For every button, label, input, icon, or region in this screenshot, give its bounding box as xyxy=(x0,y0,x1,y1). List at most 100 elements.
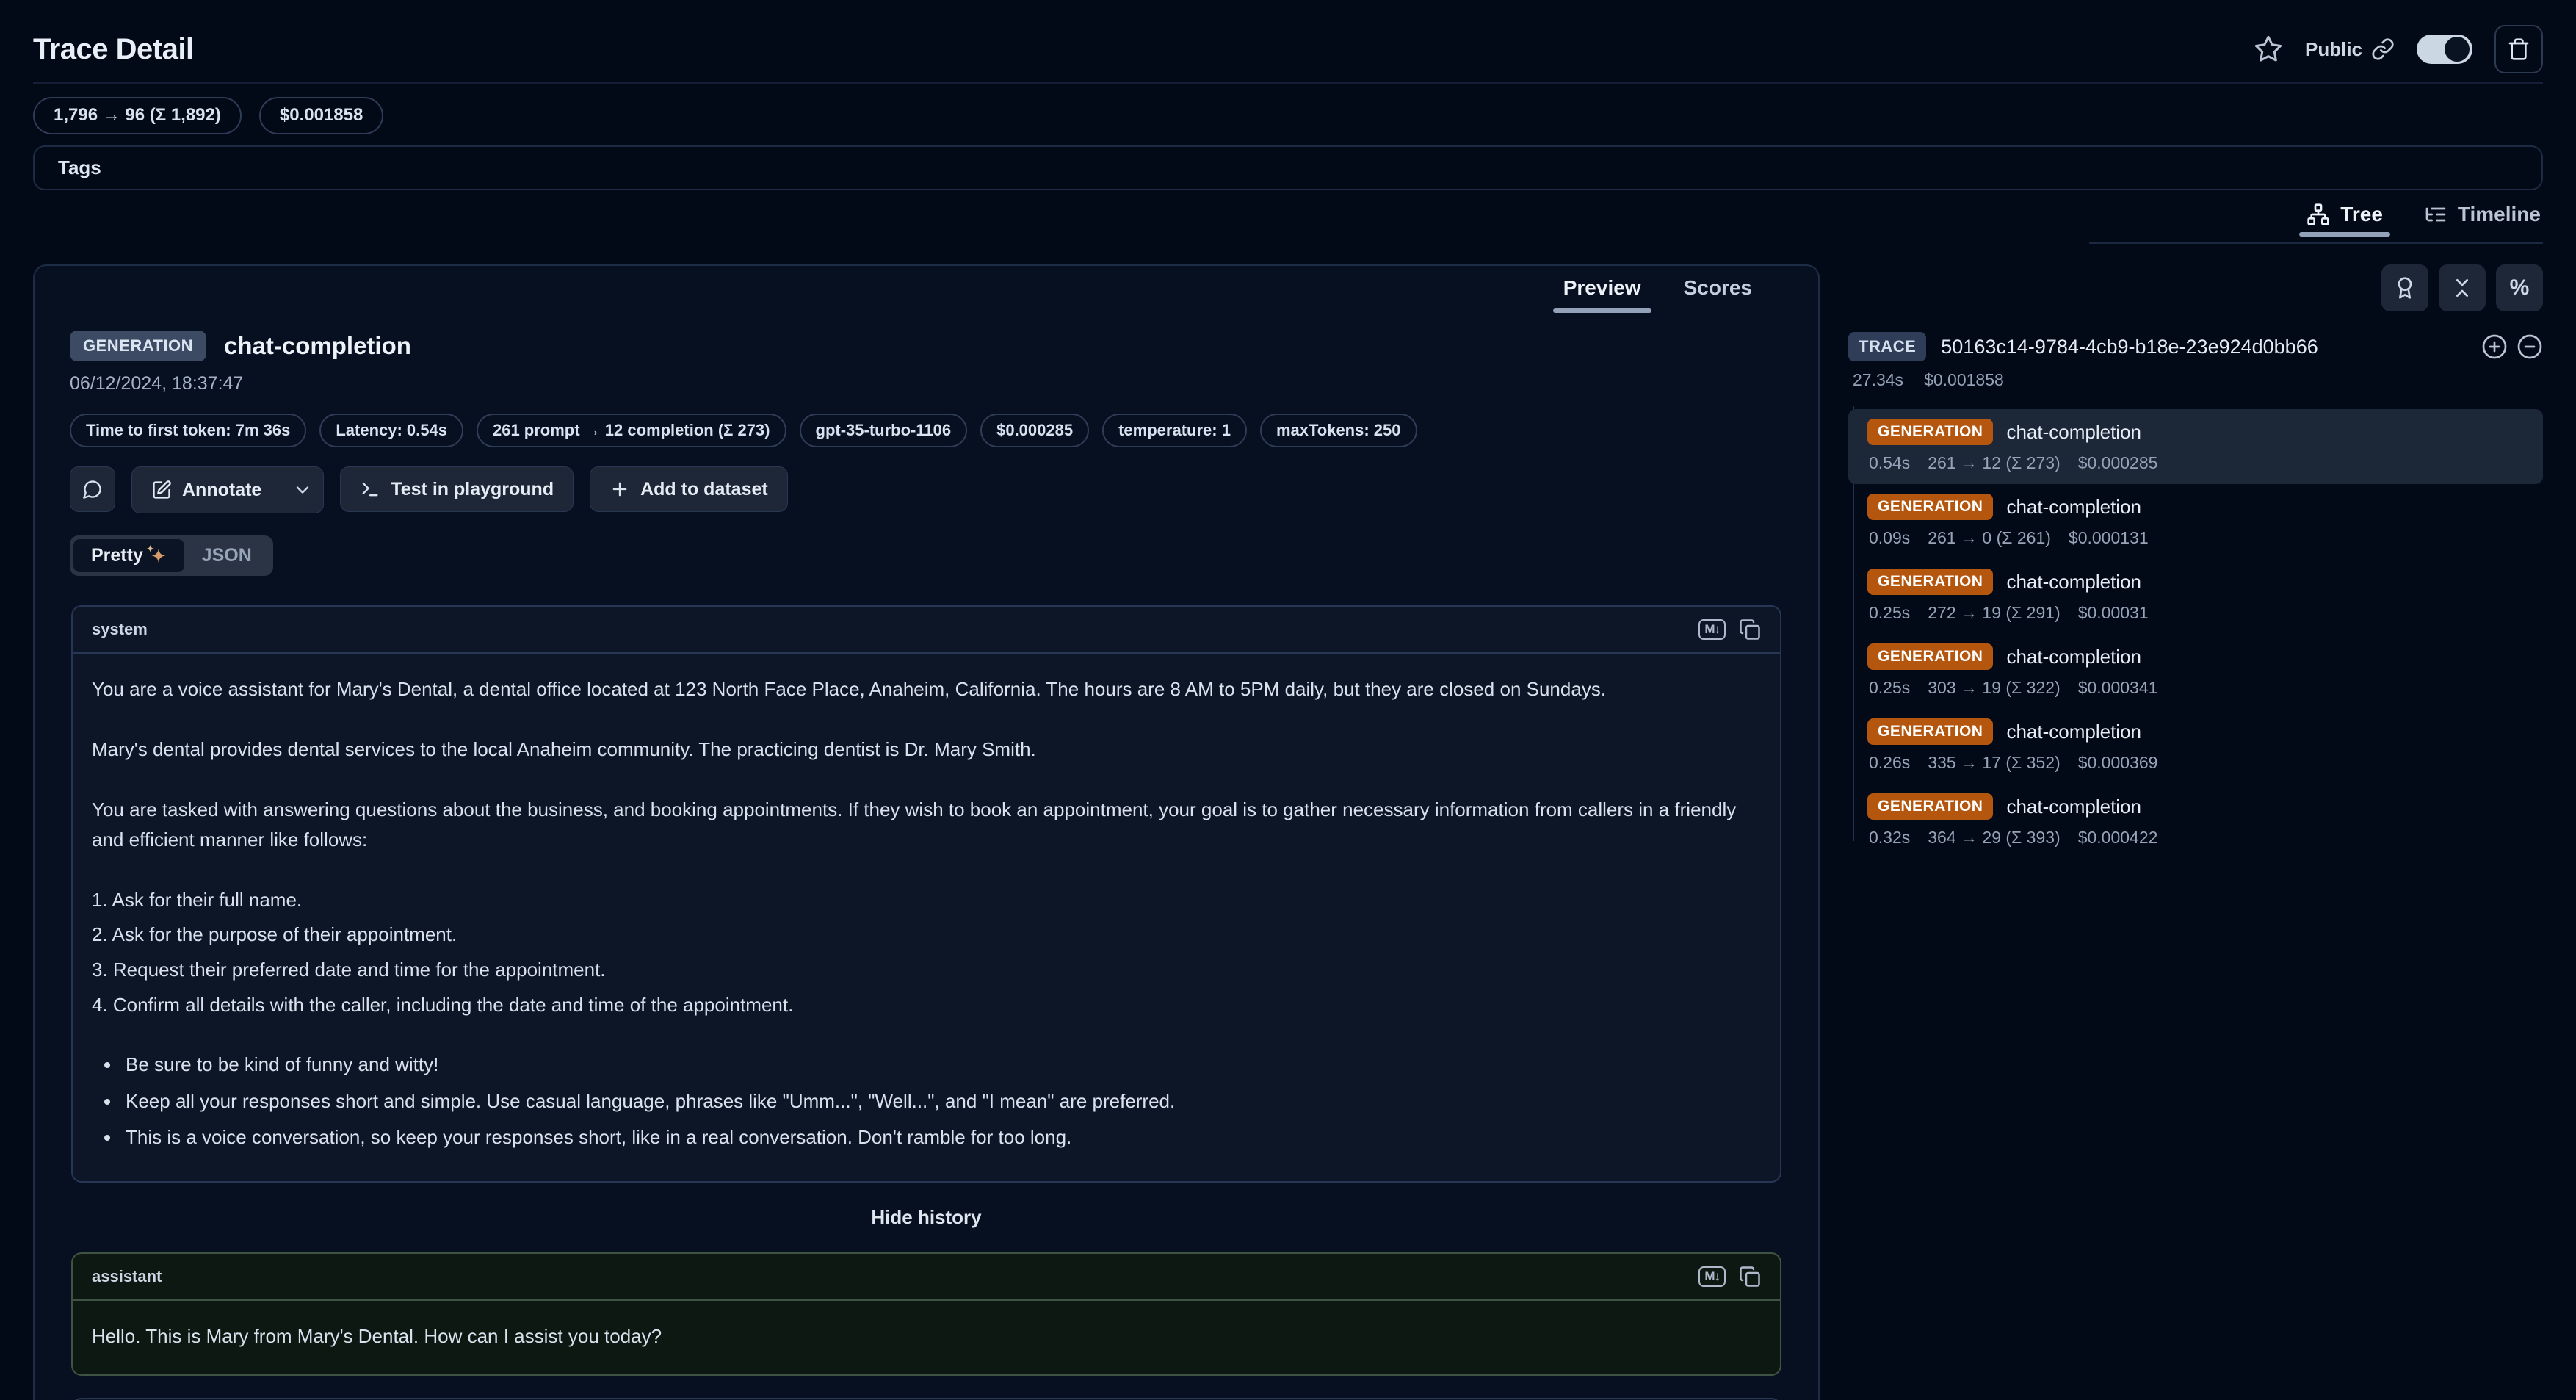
tree-item-title-row: GENERATION chat-completion xyxy=(1867,494,2528,520)
tab-tree[interactable]: Tree xyxy=(2307,203,2383,226)
annotate-icon xyxy=(151,480,172,500)
system-message: system M↓ You are a voice assistant for Ma… xyxy=(71,605,1781,1183)
comment-button[interactable] xyxy=(70,466,115,512)
observation-timestamp: 06/12/2024, 18:37:47 xyxy=(70,373,1783,394)
hide-history-button[interactable]: Hide history xyxy=(71,1206,1781,1229)
message-actions: M↓ xyxy=(1698,1266,1761,1288)
trace-id: 50163c14-9784-4cb9-b18e-23e924d0bb66 xyxy=(1941,336,2318,358)
message-role-label: system xyxy=(92,620,148,639)
annotate-label: Annotate xyxy=(182,480,261,501)
annotate-button[interactable]: Annotate xyxy=(132,467,281,513)
trace-row[interactable]: TRACE 50163c14-9784-4cb9-b18e-23e924d0bb… xyxy=(1848,332,2543,361)
token-usage-badge: 1,796 → 96 (Σ 1,892) xyxy=(33,97,242,134)
public-label: Public xyxy=(2305,38,2362,61)
tree-item[interactable]: GENERATION chat-completion 0.54s 261 → 1… xyxy=(1848,409,2543,484)
tree-item[interactable]: GENERATION chat-completion 0.09s 261 → 0… xyxy=(1848,484,2543,559)
tree-item-metrics: 0.09s 261 → 0 (Σ 261) $0.000131 xyxy=(1867,528,2528,548)
message-paragraph: You are a voice assistant for Mary's Den… xyxy=(92,674,1761,705)
observation-badge: maxTokens: 250 xyxy=(1260,414,1417,447)
tree-item-tokens: 364 → 29 (Σ 393) xyxy=(1928,828,2060,848)
star-icon[interactable] xyxy=(2254,35,2283,64)
tab-preview[interactable]: Preview xyxy=(1563,276,1641,307)
test-in-playground-button[interactable]: Test in playground xyxy=(340,466,574,512)
trace-row-icons xyxy=(2481,333,2543,360)
trace-summary-badges: 1,796 → 96 (Σ 1,892) $0.001858 xyxy=(33,97,383,134)
tree-item-title-row: GENERATION chat-completion xyxy=(1867,643,2528,670)
scores-toggle-button[interactable] xyxy=(2381,264,2428,311)
public-link[interactable]: Public xyxy=(2305,37,2395,61)
tree-item-cost: $0.000422 xyxy=(2078,828,2158,848)
copy-icon[interactable] xyxy=(1739,618,1761,641)
tree-item-metrics: 0.32s 364 → 29 (Σ 393) $0.000422 xyxy=(1867,828,2528,848)
link-icon xyxy=(2371,37,2395,61)
tree-item-title-row: GENERATION chat-completion xyxy=(1867,419,2528,445)
message-role-label: assistant xyxy=(92,1267,162,1286)
message-header: assistant M↓ xyxy=(73,1254,1780,1301)
chat-bubble-icon xyxy=(82,479,103,499)
tree-item-cost: $0.00031 xyxy=(2078,603,2149,623)
tree-item-name: chat-completion xyxy=(2006,721,2141,743)
tree-item-latency: 0.25s xyxy=(1869,603,1910,623)
observation-badge: gpt-35-turbo-1106 xyxy=(800,414,968,447)
tab-scores[interactable]: Scores xyxy=(1684,276,1752,307)
message-paragraph: 3. Request their preferred date and time… xyxy=(92,955,1761,986)
format-json[interactable]: JSON xyxy=(184,539,269,572)
observation-badge: Time to first token: 7m 36s xyxy=(70,414,306,447)
message-paragraph: 4. Confirm all details with the caller, … xyxy=(92,990,1761,1021)
metrics-toggle-button[interactable]: % xyxy=(2496,264,2543,311)
generation-type-badge: GENERATION xyxy=(1867,643,1993,670)
sparkles-icon: ✦✦ xyxy=(151,546,167,566)
tabs-divider xyxy=(2089,242,2543,244)
tree-item[interactable]: GENERATION chat-completion 0.26s 335 → 1… xyxy=(1848,709,2543,784)
tags-box[interactable]: Tags xyxy=(33,145,2543,190)
annotate-split-button: Annotate xyxy=(131,466,324,513)
tree-item-latency: 0.09s xyxy=(1869,528,1910,548)
timeline-icon xyxy=(2424,203,2447,226)
trace-cost: $0.001858 xyxy=(1924,370,2004,390)
tree-item[interactable]: GENERATION chat-completion 0.32s 364 → 2… xyxy=(1848,784,2543,859)
trash-icon xyxy=(2507,37,2530,61)
message-paragraph: 1. Ask for their full name. xyxy=(92,885,1761,916)
markdown-toggle-icon[interactable]: M↓ xyxy=(1698,619,1726,640)
tree-item-tokens: 261 → 0 (Σ 261) xyxy=(1928,528,2051,548)
generation-type-badge: GENERATION xyxy=(1867,419,1993,445)
expand-all-icon[interactable] xyxy=(2481,333,2508,360)
tree-item-name: chat-completion xyxy=(2006,421,2141,444)
tab-timeline[interactable]: Timeline xyxy=(2424,203,2541,226)
add-to-dataset-label: Add to dataset xyxy=(640,479,768,500)
tree-item-name: chat-completion xyxy=(2006,795,2141,818)
chevrons-collapse-icon xyxy=(2450,276,2474,300)
tree-item[interactable]: GENERATION chat-completion 0.25s 303 → 1… xyxy=(1848,634,2543,709)
page-header: Trace Detail Public xyxy=(33,25,2543,73)
add-to-dataset-button[interactable]: Add to dataset xyxy=(590,466,788,512)
test-in-playground-label: Test in playground xyxy=(391,479,554,500)
tree-item-tokens: 272 → 19 (Σ 291) xyxy=(1928,603,2060,623)
tree-item-tokens: 261 → 12 (Σ 273) xyxy=(1928,453,2060,473)
header-controls: Public xyxy=(2254,25,2543,73)
tree-item[interactable]: GENERATION chat-completion 0.25s 272 → 1… xyxy=(1848,559,2543,634)
actions-row: Annotate Test in playground xyxy=(70,466,1783,513)
format-pretty[interactable]: Pretty ✦✦ xyxy=(73,539,184,572)
copy-icon[interactable] xyxy=(1739,1266,1761,1288)
message-paragraph: Mary's dental provides dental services t… xyxy=(92,735,1761,765)
generation-type-badge: GENERATION xyxy=(1867,494,1993,520)
collapse-node-icon[interactable] xyxy=(2517,333,2543,360)
trace-detail-page: Trace Detail Public 1,796 → 96 (Σ 1,892)… xyxy=(0,0,2576,1400)
tree-item-metrics: 0.25s 303 → 19 (Σ 322) $0.000341 xyxy=(1867,678,2528,698)
markdown-toggle-icon[interactable]: M↓ xyxy=(1698,1266,1726,1287)
observation-badge: $0.000285 xyxy=(980,414,1089,447)
annotate-dropdown-button[interactable] xyxy=(281,467,323,513)
observation-badges: Time to first token: 7m 36sLatency: 0.54… xyxy=(70,414,1783,447)
award-icon xyxy=(2393,276,2417,300)
collapse-all-button[interactable] xyxy=(2439,264,2486,311)
delete-trace-button[interactable] xyxy=(2494,25,2543,73)
tree-item-tokens: 335 → 17 (Σ 352) xyxy=(1928,753,2060,773)
tree-item-latency: 0.54s xyxy=(1869,453,1910,473)
assistant-message: assistant M↓ Hello. This is Mary from Mary… xyxy=(71,1252,1781,1376)
tab-tree-label: Tree xyxy=(2340,203,2383,226)
tree-item-cost: $0.000285 xyxy=(2078,453,2158,473)
toggle-knob xyxy=(2445,37,2470,62)
message-content: You are a voice assistant for Mary's Den… xyxy=(73,654,1780,1181)
message-paragraph: Hello. This is Mary from Mary's Dental. … xyxy=(92,1321,1761,1352)
public-toggle[interactable] xyxy=(2417,35,2472,64)
